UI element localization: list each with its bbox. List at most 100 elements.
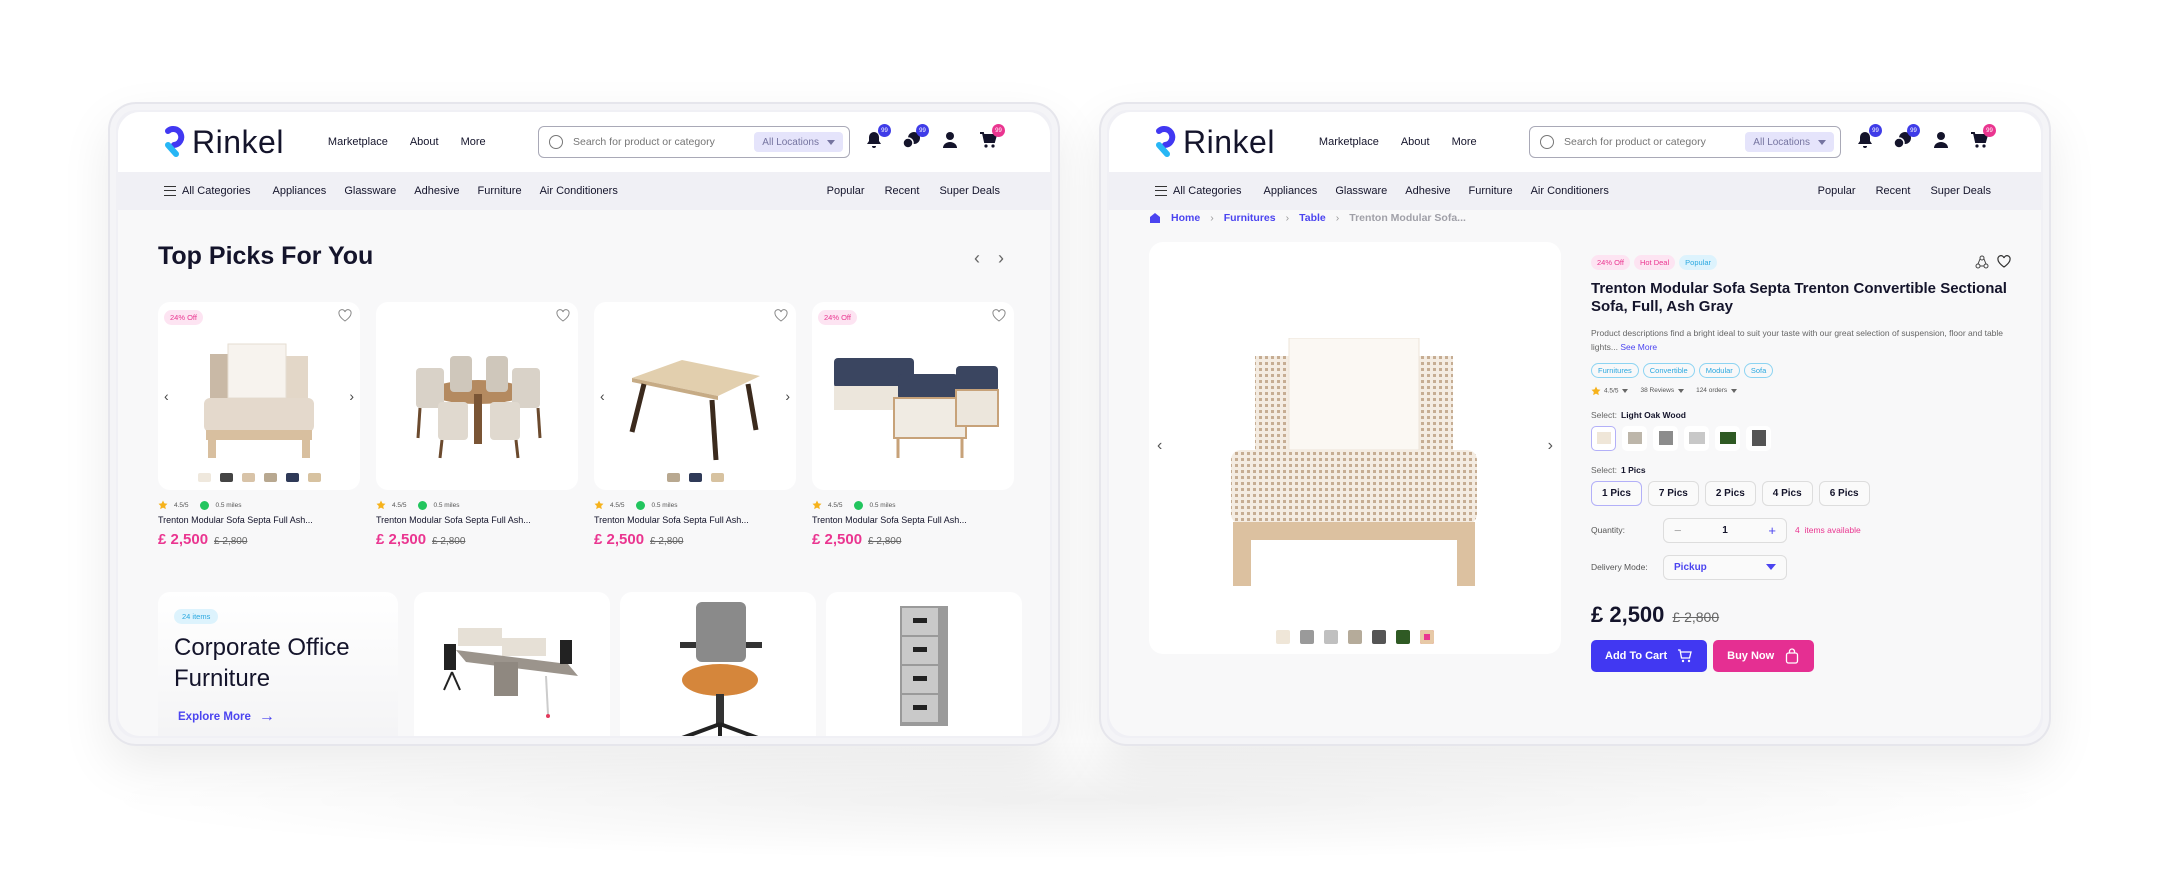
all-categories-button[interactable]: All Categories <box>1173 185 1241 197</box>
heart-icon[interactable] <box>1997 255 2011 269</box>
logo[interactable]: Rinkel <box>164 124 284 161</box>
heart-icon[interactable] <box>338 309 352 323</box>
chevron-right-icon[interactable]: › <box>349 388 354 404</box>
cart-button[interactable]: 99 <box>1969 124 1996 150</box>
product-name[interactable]: Trenton Modular Sofa Septa Full Ash... <box>158 515 360 525</box>
category-tag[interactable]: Convertible <box>1642 362 1695 378</box>
search-input[interactable] <box>573 136 755 148</box>
reviews-dropdown[interactable]: 38 Reviews <box>1640 387 1685 394</box>
pack-option[interactable]: 4 Pics <box>1761 480 1813 506</box>
thumbnail[interactable] <box>1396 630 1410 644</box>
category-furniture[interactable]: Furniture <box>478 185 522 197</box>
orders-dropdown[interactable]: 124 orders <box>1696 387 1738 394</box>
thumbnail[interactable] <box>1348 630 1362 644</box>
nav-more[interactable]: More <box>461 136 486 148</box>
location-select[interactable]: All Locations <box>754 132 843 152</box>
delivery-mode-select[interactable]: Pickup <box>1663 554 1787 580</box>
account-button[interactable] <box>1931 130 1951 150</box>
nav-marketplace[interactable]: Marketplace <box>328 136 388 148</box>
thumbnail[interactable] <box>241 473 255 482</box>
nav-about[interactable]: About <box>410 136 439 148</box>
thumbnail[interactable] <box>710 473 724 482</box>
thumbnail[interactable] <box>1372 630 1386 644</box>
chevron-right-icon[interactable]: › <box>785 388 790 404</box>
messages-button[interactable]: 99 <box>902 124 929 150</box>
product-card[interactable]: 24% Off 4.5/5 0.5 miles Trenton Modular … <box>812 302 1014 548</box>
nav-about[interactable]: About <box>1401 136 1430 148</box>
product-image[interactable]: 24% Off ‹ › <box>158 302 360 490</box>
pack-option[interactable]: 1 Pics <box>1591 480 1642 506</box>
category-adhesive[interactable]: Adhesive <box>414 185 459 197</box>
pack-option[interactable]: 7 Pics <box>1647 480 1699 506</box>
variant-swatch[interactable] <box>1622 425 1647 451</box>
product-card[interactable]: 24% Off ‹ › 4.5/5 0.5 miles Trenton Modu… <box>158 302 360 548</box>
thumbnail[interactable] <box>219 473 233 482</box>
thumbnail[interactable] <box>1300 630 1314 644</box>
link-super-deals[interactable]: Super Deals <box>1930 185 1991 197</box>
product-image[interactable]: ‹ › <box>594 302 796 490</box>
category-appliances[interactable]: Appliances <box>1263 185 1317 197</box>
chevron-left-icon[interactable]: ‹ <box>974 248 980 269</box>
variant-swatch[interactable] <box>1591 425 1616 451</box>
product-image[interactable]: 24% Off <box>812 302 1014 490</box>
chevron-left-icon[interactable]: ‹ <box>164 388 169 404</box>
category-tag[interactable]: Furnitures <box>1591 362 1639 378</box>
add-to-cart-button[interactable]: Add To Cart <box>1591 639 1708 672</box>
category-furniture[interactable]: Furniture <box>1469 185 1513 197</box>
chevron-right-icon[interactable]: › <box>998 248 1004 269</box>
notifications-button[interactable]: 99 <box>1855 124 1882 150</box>
product-card[interactable]: ‹ › 4.5/5 0.5 miles Trenton Modular Sofa… <box>594 302 796 548</box>
messages-button[interactable]: 99 <box>1893 124 1920 150</box>
category-glassware[interactable]: Glassware <box>344 185 396 197</box>
category-air-conditioners[interactable]: Air Conditioners <box>1531 185 1609 197</box>
product-name[interactable]: Trenton Modular Sofa Septa Full Ash... <box>594 515 796 525</box>
rating-dropdown[interactable]: 4.5/5 <box>1591 386 1629 396</box>
product-card[interactable]: 4.5/5 0.5 miles Trenton Modular Sofa Sep… <box>376 302 578 548</box>
nav-marketplace[interactable]: Marketplace <box>1319 136 1379 148</box>
thumbnail[interactable] <box>1420 630 1434 644</box>
notifications-button[interactable]: 99 <box>864 124 891 150</box>
variant-swatch[interactable] <box>1653 425 1678 451</box>
thumbnail[interactable] <box>307 473 321 482</box>
variant-swatch[interactable] <box>1746 425 1771 451</box>
thumbnail[interactable] <box>197 473 211 482</box>
plus-icon[interactable]: + <box>1768 523 1776 538</box>
heart-icon[interactable] <box>992 309 1006 323</box>
link-super-deals[interactable]: Super Deals <box>939 185 1000 197</box>
thumbnail[interactable] <box>1276 630 1290 644</box>
quantity-value[interactable]: 1 <box>1722 525 1728 536</box>
chevron-left-icon[interactable]: ‹ <box>600 388 605 404</box>
office-desk-tile[interactable] <box>414 592 610 736</box>
account-button[interactable] <box>940 130 960 150</box>
category-air-conditioners[interactable]: Air Conditioners <box>540 185 618 197</box>
breadcrumb-home[interactable]: Home <box>1171 212 1200 224</box>
pack-option[interactable]: 6 Pics <box>1818 480 1870 506</box>
product-name[interactable]: Trenton Modular Sofa Septa Full Ash... <box>376 515 578 525</box>
product-image[interactable] <box>376 302 578 490</box>
explore-more-link[interactable]: Explore More → <box>178 708 382 726</box>
category-adhesive[interactable]: Adhesive <box>1405 185 1450 197</box>
breadcrumb-table[interactable]: Table <box>1299 212 1326 224</box>
see-more-link[interactable]: See More <box>1620 342 1657 352</box>
share-icon[interactable] <box>1975 255 1989 269</box>
thumbnail[interactable] <box>1324 630 1338 644</box>
cart-button[interactable]: 99 <box>978 124 1005 150</box>
link-recent[interactable]: Recent <box>885 185 920 197</box>
pack-option[interactable]: 2 Pics <box>1704 480 1756 506</box>
location-select[interactable]: All Locations <box>1745 132 1834 152</box>
breadcrumb-furnitures[interactable]: Furnitures <box>1224 212 1276 224</box>
category-tag[interactable]: Modular <box>1698 362 1740 378</box>
thumbnail[interactable] <box>666 473 680 482</box>
category-tag[interactable]: Sofa <box>1743 362 1774 378</box>
all-categories-button[interactable]: All Categories <box>182 185 250 197</box>
link-popular[interactable]: Popular <box>827 185 865 197</box>
promo-card[interactable]: 24 items Corporate Office Furniture Explo… <box>158 592 398 736</box>
chevron-left-icon[interactable]: ‹ <box>1157 437 1162 455</box>
logo[interactable]: Rinkel <box>1155 124 1275 161</box>
search-input[interactable] <box>1564 136 1746 148</box>
buy-now-button[interactable]: Buy Now <box>1713 639 1815 672</box>
thumbnail[interactable] <box>263 473 277 482</box>
variant-swatch[interactable] <box>1684 425 1709 451</box>
variant-swatch[interactable] <box>1715 425 1740 451</box>
heart-icon[interactable] <box>556 309 570 323</box>
